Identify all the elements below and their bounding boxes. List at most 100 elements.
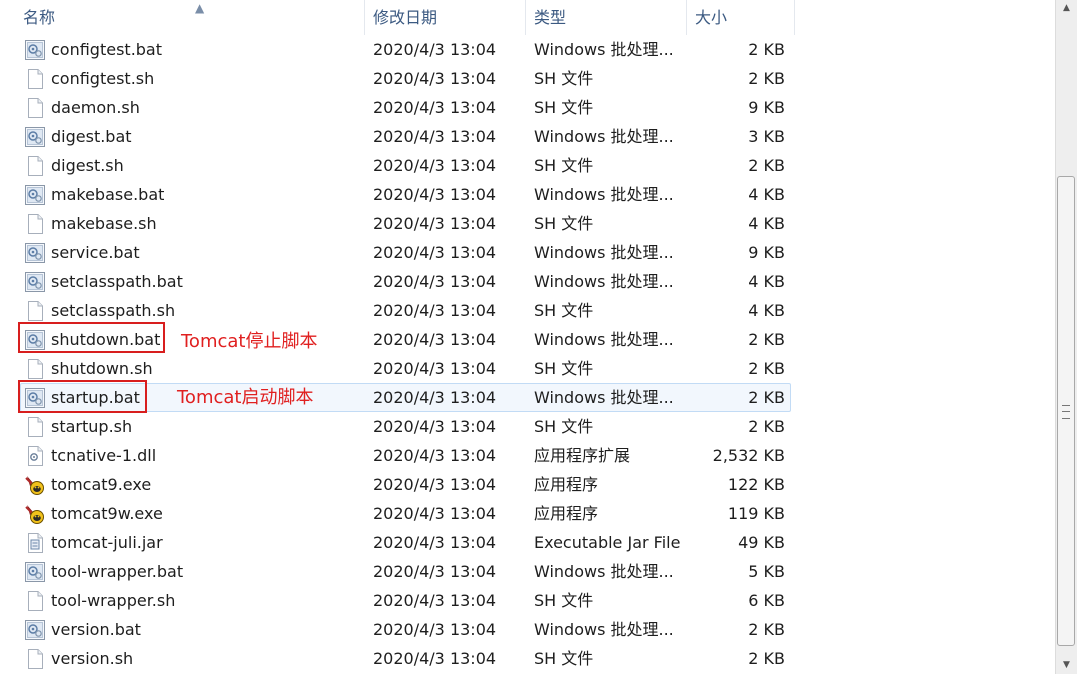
- file-name: configtest.sh: [51, 69, 155, 88]
- file-date: 2020/4/3 13:04: [373, 214, 497, 233]
- blank-file-icon: [24, 590, 46, 612]
- batch-file-icon: [24, 126, 46, 148]
- file-size: 2 KB: [748, 417, 785, 436]
- file-size: 4 KB: [748, 301, 785, 320]
- file-size: 5 KB: [748, 562, 785, 581]
- scroll-down-icon[interactable]: ▼: [1056, 657, 1077, 674]
- file-name: version.bat: [51, 620, 141, 639]
- file-row[interactable]: service.bat 2020/4/3 13:04 Windows 批处理... 9…: [0, 238, 1055, 267]
- file-date: 2020/4/3 13:04: [373, 388, 497, 407]
- file-row[interactable]: digest.sh 2020/4/3 13:04 SH 文件 2 KB: [0, 151, 1055, 180]
- file-name: tool-wrapper.bat: [51, 562, 184, 581]
- file-type: SH 文件: [534, 591, 594, 610]
- file-name: setclasspath.bat: [51, 272, 183, 291]
- file-row[interactable]: tool-wrapper.bat 2020/4/3 13:04 Windows 批处…: [0, 557, 1055, 586]
- file-type: SH 文件: [534, 69, 594, 88]
- batch-file-icon: [24, 39, 46, 61]
- file-date: 2020/4/3 13:04: [373, 40, 497, 59]
- file-date: 2020/4/3 13:04: [373, 185, 497, 204]
- file-row[interactable]: startup.sh 2020/4/3 13:04 SH 文件 2 KB: [0, 412, 1055, 441]
- file-row[interactable]: tomcat9.exe 2020/4/3 13:04 应用程序 122 KB: [0, 470, 1055, 499]
- file-name: tomcat-juli.jar: [51, 533, 163, 552]
- column-header-size[interactable]: 大小: [687, 0, 795, 35]
- file-type: Windows 批处理...: [534, 388, 674, 407]
- file-name: tomcat9w.exe: [51, 504, 163, 523]
- file-type: SH 文件: [534, 417, 594, 436]
- file-explorer: 名称 ▲ 修改日期 类型 大小 configtest.bat 2020/4/3 1…: [0, 0, 1055, 674]
- file-date: 2020/4/3 13:04: [373, 533, 497, 552]
- file-row[interactable]: shutdown.sh 2020/4/3 13:04 SH 文件 2 KB: [0, 354, 1055, 383]
- file-type: 应用程序: [534, 475, 599, 494]
- file-row[interactable]: digest.bat 2020/4/3 13:04 Windows 批处理... 3 …: [0, 122, 1055, 151]
- blank-file-icon: [24, 97, 46, 119]
- file-row[interactable]: makebase.bat 2020/4/3 13:04 Windows 批处理...…: [0, 180, 1055, 209]
- file-row[interactable]: makebase.sh 2020/4/3 13:04 SH 文件 4 KB: [0, 209, 1055, 238]
- file-size: 4 KB: [748, 185, 785, 204]
- file-name: service.bat: [51, 243, 140, 262]
- file-size: 2 KB: [748, 156, 785, 175]
- file-size: 4 KB: [748, 214, 785, 233]
- file-name: makebase.sh: [51, 214, 157, 233]
- file-size: 49 KB: [738, 533, 785, 552]
- file-size: 2,532 KB: [712, 446, 785, 465]
- file-name: daemon.sh: [51, 98, 140, 117]
- file-name: tool-wrapper.sh: [51, 591, 176, 610]
- file-type: SH 文件: [534, 98, 594, 117]
- column-header-date[interactable]: 修改日期: [365, 0, 526, 35]
- file-date: 2020/4/3 13:04: [373, 446, 497, 465]
- file-row[interactable]: tomcat9w.exe 2020/4/3 13:04 应用程序 119 KB: [0, 499, 1055, 528]
- file-size: 122 KB: [727, 475, 785, 494]
- file-name: version.sh: [51, 649, 134, 668]
- blank-file-icon: [24, 300, 46, 322]
- batch-file-icon: [24, 561, 46, 583]
- file-size: 9 KB: [748, 98, 785, 117]
- file-type: 应用程序: [534, 504, 599, 523]
- file-size: 2 KB: [748, 359, 785, 378]
- file-name: shutdown.sh: [51, 359, 153, 378]
- file-name: tomcat9.exe: [51, 475, 152, 494]
- file-name: makebase.bat: [51, 185, 165, 204]
- file-date: 2020/4/3 13:04: [373, 620, 497, 639]
- file-row[interactable]: version.sh 2020/4/3 13:04 SH 文件 2 KB: [0, 644, 1055, 673]
- file-type: SH 文件: [534, 156, 594, 175]
- file-size: 2 KB: [748, 620, 785, 639]
- file-row[interactable]: setclasspath.bat 2020/4/3 13:04 Windows 批处…: [0, 267, 1055, 296]
- file-date: 2020/4/3 13:04: [373, 272, 497, 291]
- file-size: 2 KB: [748, 388, 785, 407]
- batch-file-icon: [24, 242, 46, 264]
- file-name: digest.bat: [51, 127, 132, 146]
- file-date: 2020/4/3 13:04: [373, 69, 497, 88]
- file-row[interactable]: tcnative-1.dll 2020/4/3 13:04 应用程序扩展 2,532 …: [0, 441, 1055, 470]
- column-header: 名称 ▲ 修改日期 类型 大小: [0, 0, 1055, 35]
- file-type: SH 文件: [534, 649, 594, 668]
- file-type: Windows 批处理...: [534, 620, 674, 639]
- file-type: Windows 批处理...: [534, 562, 674, 581]
- shutdown-highlight-box: [18, 322, 165, 353]
- file-type: Executable Jar File: [534, 533, 681, 552]
- file-row[interactable]: version.bat 2020/4/3 13:04 Windows 批处理... 2…: [0, 615, 1055, 644]
- file-date: 2020/4/3 13:04: [373, 98, 497, 117]
- scrollbar-thumb[interactable]: [1057, 176, 1075, 646]
- file-name: digest.sh: [51, 156, 124, 175]
- column-type-label: 类型: [534, 8, 567, 27]
- vertical-scrollbar[interactable]: ▲ ▼: [1055, 0, 1077, 674]
- scroll-up-icon[interactable]: ▲: [1056, 0, 1077, 17]
- file-size: 2 KB: [748, 40, 785, 59]
- file-row[interactable]: setclasspath.sh 2020/4/3 13:04 SH 文件 4 KB: [0, 296, 1055, 325]
- file-row[interactable]: startup.bat 2020/4/3 13:04 Windows 批处理... 2…: [0, 383, 1055, 412]
- file-row[interactable]: configtest.bat 2020/4/3 13:04 Windows 批处理.…: [0, 35, 1055, 64]
- file-date: 2020/4/3 13:04: [373, 127, 497, 146]
- file-date: 2020/4/3 13:04: [373, 562, 497, 581]
- file-date: 2020/4/3 13:04: [373, 301, 497, 320]
- file-row[interactable]: configtest.sh 2020/4/3 13:04 SH 文件 2 KB: [0, 64, 1055, 93]
- column-header-name[interactable]: 名称 ▲: [15, 0, 365, 35]
- file-size: 3 KB: [748, 127, 785, 146]
- blank-file-icon: [24, 416, 46, 438]
- file-row[interactable]: tomcat-juli.jar 2020/4/3 13:04 Executable …: [0, 528, 1055, 557]
- file-row[interactable]: daemon.sh 2020/4/3 13:04 SH 文件 9 KB: [0, 93, 1055, 122]
- file-date: 2020/4/3 13:04: [373, 330, 497, 349]
- file-type: Windows 批处理...: [534, 127, 674, 146]
- file-row[interactable]: tool-wrapper.sh 2020/4/3 13:04 SH 文件 6 KB: [0, 586, 1055, 615]
- column-header-type[interactable]: 类型: [526, 0, 687, 35]
- file-name: tcnative-1.dll: [51, 446, 157, 465]
